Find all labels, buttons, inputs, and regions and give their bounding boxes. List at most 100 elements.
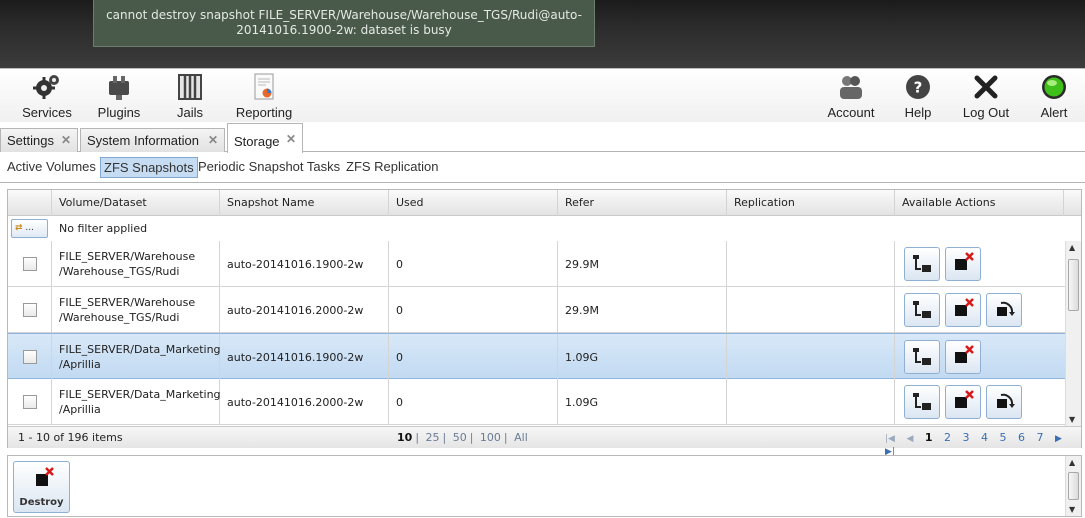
panel-scrollbar[interactable]: ▲ ▼	[1065, 456, 1081, 516]
tab-system-information[interactable]: System Information ✕	[80, 128, 225, 152]
close-icon[interactable]: ✕	[61, 133, 71, 147]
tab-system-information-label: System Information	[87, 133, 199, 148]
account-button[interactable]: Account	[826, 73, 876, 121]
table-row-selected[interactable]: FILE_SERVER/Data_Marketing/Aprillia auto…	[8, 333, 1065, 380]
page-link[interactable]: 6	[1018, 431, 1025, 444]
snapshots-grid: Volume/Dataset Snapshot Name Used Refer …	[7, 189, 1082, 457]
row-checkbox[interactable]	[23, 303, 37, 317]
select-cell	[8, 379, 52, 425]
column-header-used[interactable]: Used	[389, 190, 558, 216]
actions-cell	[895, 287, 1065, 333]
destroy-snapshot-button[interactable]	[945, 385, 981, 419]
logout-icon	[974, 75, 998, 99]
page-size-option[interactable]: 50	[453, 431, 467, 444]
subtab-periodic-snapshot-tasks[interactable]: Periodic Snapshot Tasks	[195, 157, 343, 178]
tab-settings-label: Settings	[7, 133, 54, 148]
destroy-button[interactable]: Destroy	[13, 461, 70, 513]
svg-text:?: ?	[914, 79, 923, 97]
rollback-snapshot-button[interactable]	[986, 385, 1022, 419]
close-icon[interactable]: ✕	[208, 133, 218, 147]
scroll-down-icon[interactable]: ▼	[1069, 415, 1075, 424]
destroy-button-label: Destroy	[19, 497, 64, 508]
prev-page-icon[interactable]: ◀	[906, 434, 913, 444]
services-gear-icon	[33, 75, 59, 99]
page-size-option[interactable]: All	[514, 431, 528, 444]
logout-label: Log Out	[962, 105, 1010, 120]
clone-snapshot-button[interactable]	[904, 247, 940, 281]
reporting-label: Reporting	[235, 105, 293, 120]
page-size-option[interactable]: 100	[480, 431, 501, 444]
clone-snapshot-button[interactable]	[904, 340, 940, 374]
column-header-available-actions: Available Actions	[895, 190, 1064, 216]
first-page-icon[interactable]: |◀	[885, 434, 895, 444]
used-cell: 0	[389, 287, 558, 333]
grid-header: Volume/Dataset Snapshot Name Used Refer …	[8, 190, 1081, 216]
column-header-replication[interactable]: Replication	[727, 190, 895, 216]
clone-icon	[913, 301, 931, 318]
subtab-zfs-replication[interactable]: ZFS Replication	[343, 157, 441, 178]
scroll-down-icon[interactable]: ▼	[1069, 505, 1075, 514]
refer-cell: 29.9M	[558, 287, 727, 333]
page-link[interactable]: 1	[925, 431, 933, 444]
filter-button[interactable]: ⇄ ...	[11, 219, 48, 238]
column-header-snapshot-name[interactable]: Snapshot Name	[220, 190, 389, 216]
logout-button[interactable]: Log Out	[962, 73, 1010, 121]
alert-button[interactable]: Alert	[1038, 73, 1070, 121]
page-link[interactable]: 7	[1037, 431, 1044, 444]
destroy-snapshot-button[interactable]	[945, 340, 981, 374]
filter-icon: ⇄	[15, 223, 23, 233]
alert-icon	[1042, 75, 1066, 99]
page-link[interactable]: 4	[981, 431, 988, 444]
top-banner: cannot destroy snapshot FILE_SERVER/Ware…	[0, 0, 1085, 68]
plugins-button[interactable]: Plugins	[97, 73, 141, 121]
reporting-button[interactable]: Reporting	[235, 73, 293, 121]
table-row[interactable]: FILE_SERVER/Warehouse/Warehouse_TGS/Rudi…	[8, 287, 1065, 333]
page-link[interactable]: 2	[944, 431, 951, 444]
filter-status: No filter applied	[59, 222, 148, 235]
page-link[interactable]: 3	[963, 431, 970, 444]
main-toolbar: Services Plugins Jails Reporting Account	[0, 68, 1085, 122]
replication-cell	[727, 334, 895, 380]
jails-button[interactable]: Jails	[175, 73, 205, 121]
table-row[interactable]: FILE_SERVER/Data_Marketing/Aprillia auto…	[8, 379, 1065, 425]
subtab-zfs-snapshots[interactable]: ZFS Snapshots	[100, 157, 198, 178]
grid-scrollbar[interactable]: ▲ ▼	[1065, 241, 1081, 426]
destroy-icon	[955, 345, 974, 363]
clone-snapshot-button[interactable]	[904, 293, 940, 327]
scrollbar-thumb[interactable]	[1068, 472, 1079, 500]
tab-settings[interactable]: Settings ✕	[0, 128, 78, 152]
row-checkbox[interactable]	[23, 395, 37, 409]
page-size-option[interactable]: 10	[397, 431, 412, 444]
help-label: Help	[904, 105, 932, 120]
destroy-snapshot-button[interactable]	[945, 293, 981, 327]
grid-footer: 1 - 10 of 196 items 10 | 25 | 50 | 100 | All…	[8, 426, 1081, 457]
clone-snapshot-button[interactable]	[904, 385, 940, 419]
scrollbar-thumb[interactable]	[1068, 259, 1079, 311]
next-page-icon[interactable]: ▶	[1055, 434, 1062, 444]
destroy-icon	[955, 390, 974, 408]
snapshot-name-cell: auto-20141016.2000-2w	[220, 287, 389, 333]
plugins-label: Plugins	[97, 105, 141, 120]
subtab-active-volumes[interactable]: Active Volumes	[4, 157, 99, 178]
dataset-line: /Aprillia	[59, 403, 101, 416]
alert-label: Alert	[1040, 105, 1068, 120]
column-header-volume-dataset[interactable]: Volume/Dataset	[52, 190, 220, 216]
dataset-line: /Aprillia	[59, 358, 101, 371]
page-link[interactable]: 5	[1000, 431, 1007, 444]
refer-cell: 1.09G	[558, 334, 727, 380]
help-button[interactable]: ? Help	[903, 73, 933, 121]
page-size-option[interactable]: 25	[426, 431, 440, 444]
services-label: Services	[22, 105, 72, 120]
row-checkbox[interactable]	[23, 350, 37, 364]
services-button[interactable]: Services	[22, 73, 72, 121]
column-header-refer[interactable]: Refer	[558, 190, 727, 216]
used-cell: 0	[389, 379, 558, 425]
row-checkbox[interactable]	[23, 257, 37, 271]
destroy-snapshot-button[interactable]	[945, 247, 981, 281]
scroll-up-icon[interactable]: ▲	[1069, 243, 1075, 252]
table-row[interactable]: FILE_SERVER/Warehouse/Warehouse_TGS/Rudi…	[8, 241, 1065, 287]
scroll-up-icon[interactable]: ▲	[1069, 458, 1075, 467]
close-icon[interactable]: ✕	[286, 132, 296, 146]
tab-storage[interactable]: Storage ✕	[227, 123, 303, 153]
rollback-snapshot-button[interactable]	[986, 293, 1022, 327]
